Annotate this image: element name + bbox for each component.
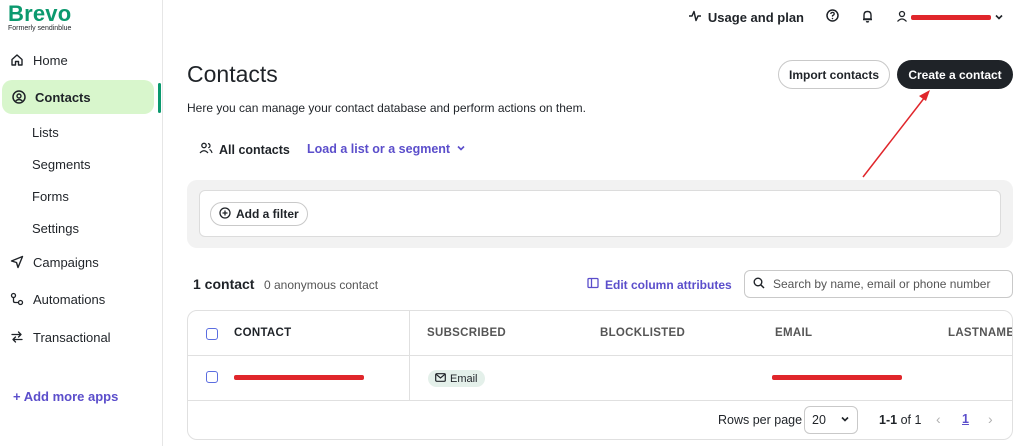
mail-icon: [435, 372, 446, 385]
bell-icon[interactable]: [861, 9, 874, 26]
sidebar-subitem-forms[interactable]: Forms: [32, 189, 69, 204]
chevron-left-icon[interactable]: ‹: [936, 411, 941, 427]
sidebar-item-contacts[interactable]: Contacts: [2, 80, 154, 114]
sidebar: Brevo Formerly sendinblue Home Contacts …: [0, 0, 163, 446]
home-icon: [10, 53, 24, 67]
account-menu[interactable]: [896, 10, 1004, 25]
sidebar-subitem-segments[interactable]: Segments: [32, 157, 91, 172]
sidebar-item-transactional[interactable]: Transactional: [0, 320, 163, 354]
automation-icon: [10, 292, 24, 306]
sidebar-item-home[interactable]: Home: [0, 43, 163, 77]
brevo-logo[interactable]: Brevo Formerly sendinblue: [8, 1, 72, 33]
sidebar-item-label: Home: [33, 52, 68, 68]
brand-formerly: Formerly sendinblue: [8, 25, 72, 32]
page-title: Contacts: [187, 61, 278, 87]
usage-label: Usage and plan: [707, 9, 804, 25]
chevron-down-icon: [994, 10, 1004, 25]
sidebar-item-automations[interactable]: Automations: [0, 282, 163, 316]
contact-count: 1 contact: [193, 276, 255, 292]
redacted-contact-name[interactable]: [234, 375, 364, 380]
sidebar-subitem-lists[interactable]: Lists: [32, 125, 59, 140]
column-header-subscribed[interactable]: SUBSCRIBED: [427, 327, 506, 339]
subscribed-badge-label: Email: [450, 372, 478, 385]
subscribed-badge: Email: [428, 370, 485, 387]
sidebar-item-label: Campaigns: [33, 254, 99, 270]
rows-per-page-select[interactable]: 20: [804, 406, 858, 434]
add-filter-button[interactable]: Add a filter: [210, 202, 308, 226]
page-range: 1-1 of 1: [879, 413, 921, 427]
page-description: Here you can manage your contact databas…: [187, 101, 586, 115]
edit-column-attributes-button[interactable]: Edit column attributes: [587, 277, 732, 292]
chevron-down-icon: [456, 142, 466, 156]
sidebar-item-label: Contacts: [35, 89, 91, 105]
page-range-rest: of 1: [900, 413, 922, 427]
anonymous-count: 0 anonymous contact: [264, 278, 379, 292]
tab-all-contacts-label: All contacts: [219, 142, 290, 157]
brand-name: Brevo: [8, 1, 72, 26]
row-checkbox[interactable]: [206, 371, 218, 383]
user-icon: [896, 10, 908, 25]
import-contacts-button[interactable]: Import contacts: [778, 60, 890, 89]
user-circle-icon: [12, 90, 26, 104]
table-header: CONTACT SUBSCRIBED BLOCKLISTED EMAIL LAS…: [188, 311, 1012, 356]
redacted-account-name: [911, 14, 991, 20]
filter-box: Add a filter: [199, 190, 1001, 237]
users-icon: [199, 142, 213, 157]
chevron-down-icon: [840, 413, 850, 427]
create-contact-button[interactable]: Create a contact: [897, 60, 1013, 89]
contacts-table: CONTACT SUBSCRIBED BLOCKLISTED EMAIL LAS…: [187, 310, 1013, 440]
chevron-right-icon[interactable]: ›: [988, 411, 993, 427]
sidebar-subitem-settings[interactable]: Settings: [32, 221, 79, 236]
select-all-checkbox[interactable]: [206, 328, 218, 340]
edit-columns-label: Edit column attributes: [605, 277, 732, 292]
rows-per-page-label: Rows per page: [718, 413, 803, 427]
sidebar-item-campaigns[interactable]: Campaigns: [0, 245, 163, 279]
column-header-lastname[interactable]: LASTNAME: [948, 327, 1012, 339]
column-header-blocklisted[interactable]: BLOCKLISTED: [600, 327, 685, 339]
plus-circle-icon: [219, 206, 231, 222]
active-indicator: [158, 83, 161, 113]
search-icon: [753, 277, 765, 292]
tab-all-contacts[interactable]: All contacts: [199, 142, 290, 157]
add-filter-label: Add a filter: [236, 207, 299, 221]
pulse-icon: [688, 10, 702, 25]
pagination: Rows per page 20 1-1 of 1 ‹ 1 ›: [188, 401, 1012, 439]
redacted-email: [772, 375, 902, 380]
filter-panel: Add a filter: [187, 180, 1013, 248]
rows-per-page-value: 20: [812, 413, 826, 427]
column-header-email[interactable]: EMAIL: [775, 327, 812, 339]
page-range-bold: 1-1: [879, 413, 898, 427]
send-icon: [10, 255, 24, 269]
search-input[interactable]: [773, 277, 1003, 291]
sidebar-item-label: Transactional: [33, 329, 111, 345]
tab-load-label: Load a list or a segment: [307, 142, 451, 156]
table-row[interactable]: Email: [188, 356, 1012, 401]
column-header-contact[interactable]: CONTACT: [234, 327, 291, 339]
search-box: [744, 270, 1013, 298]
help-icon[interactable]: [826, 9, 839, 25]
sidebar-item-label: Automations: [33, 291, 106, 307]
columns-icon: [587, 277, 599, 292]
tab-load-list-segment[interactable]: Load a list or a segment: [307, 142, 466, 156]
add-more-apps-link[interactable]: + Add more apps: [13, 389, 118, 404]
add-more-apps-label: + Add more apps: [13, 389, 119, 404]
page-number-button[interactable]: 1: [962, 412, 969, 426]
topbar: Usage and plan: [688, 8, 1004, 26]
transfer-icon: [10, 330, 24, 344]
usage-and-plan-button[interactable]: Usage and plan: [688, 10, 804, 25]
